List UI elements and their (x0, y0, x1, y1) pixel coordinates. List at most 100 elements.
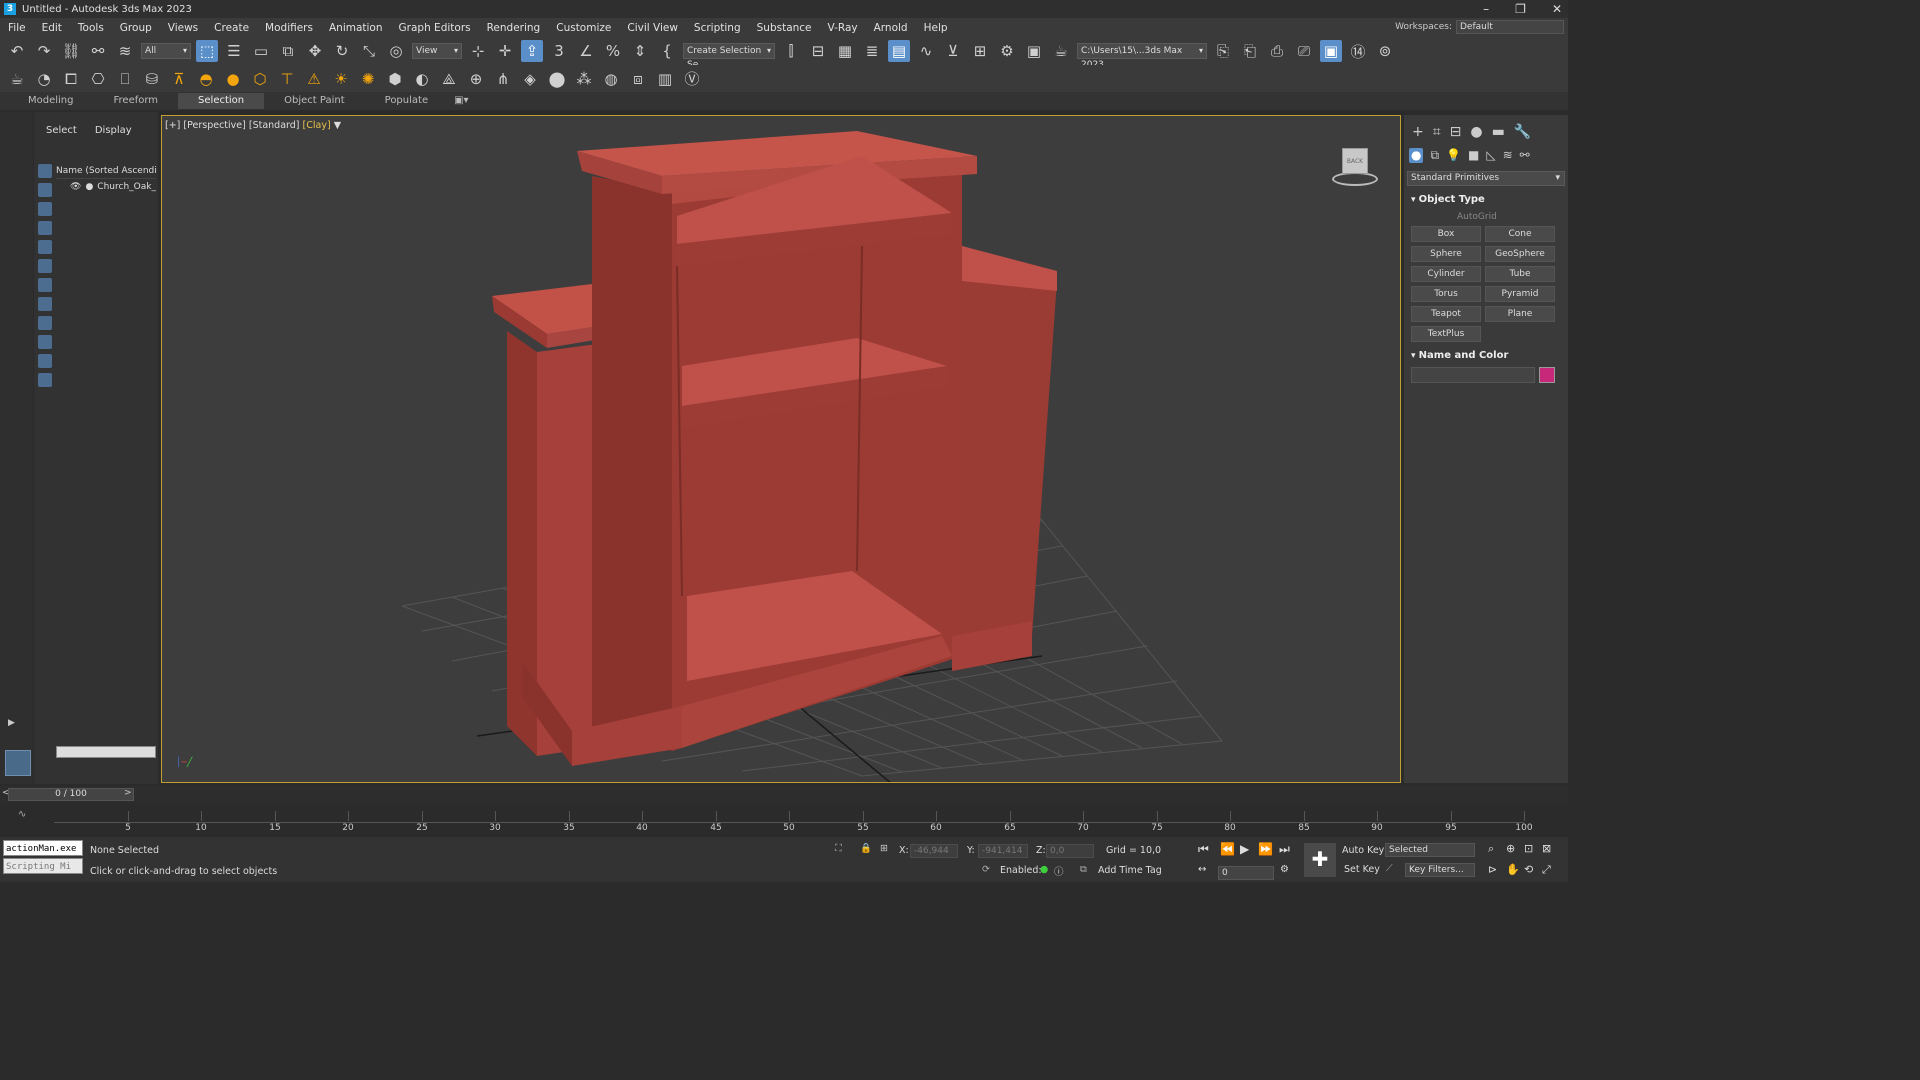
align-icon[interactable]: ⊟ (807, 40, 829, 62)
time-slider-knob[interactable]: 0 / 100 (8, 788, 134, 801)
key-filter-dropdown[interactable]: Selected (1385, 843, 1475, 857)
auto-key-button[interactable]: Auto Key (1342, 845, 1384, 856)
cameras-icon[interactable]: ■ (1468, 148, 1479, 163)
select-object-icon[interactable]: ⬚ (196, 40, 218, 62)
object-type-title[interactable]: Object Type (1407, 192, 1565, 208)
window-crossing-icon[interactable]: ⧉ (277, 40, 299, 62)
vray-logo-icon[interactable]: Ⓥ (681, 68, 703, 90)
spinner-snap-icon[interactable]: ⇕ (629, 40, 651, 62)
autogrid-checkbox[interactable]: AutoGrid (1407, 208, 1565, 226)
cone-button[interactable]: Cone (1485, 226, 1555, 242)
ies-light-icon[interactable]: ⚠ (303, 68, 325, 90)
schematic-view-icon[interactable]: ⊻ (942, 40, 964, 62)
modify-tab-icon[interactable]: ⌗ (1433, 124, 1441, 140)
zoom-icon[interactable]: ⌕ (1488, 842, 1494, 856)
selection-filter-dropdown[interactable]: All (141, 43, 191, 59)
viewcube-icon[interactable]: BACK (1326, 144, 1382, 188)
rotate-icon[interactable]: ↻ (331, 40, 353, 62)
category-dropdown[interactable]: Standard Primitives (1407, 171, 1565, 186)
ribbon-tab-populate[interactable]: Populate (365, 93, 448, 109)
ribbon-tab-freeform[interactable]: Freeform (94, 93, 179, 109)
lock-selection-icon[interactable]: 🔒 (860, 843, 872, 854)
ribbon-tab-modeling[interactable]: Modeling (8, 93, 94, 109)
multi-material-icon[interactable]: ⁂ (573, 68, 595, 90)
spacewarps-icon[interactable]: ≋ (1503, 148, 1513, 163)
prev-key-icon[interactable]: ⏪ (1220, 842, 1235, 856)
scale-icon[interactable]: ⤡ (358, 40, 380, 62)
create-tab-icon[interactable]: + (1412, 124, 1424, 140)
filter-xrefs-icon[interactable] (38, 297, 52, 311)
helpers-icon[interactable]: ◺ (1486, 148, 1495, 163)
goto-start-icon[interactable]: ⏮ (1198, 842, 1209, 857)
geosphere-button[interactable]: GeoSphere (1485, 246, 1555, 262)
tube-button[interactable]: Tube (1485, 266, 1555, 282)
lamp-icon[interactable]: ⊼ (168, 68, 190, 90)
pyramid-button[interactable]: Pyramid (1485, 286, 1555, 302)
play-icon[interactable]: ▶ (1240, 842, 1249, 856)
menu-file[interactable]: File (0, 22, 34, 34)
visibility-eye-icon[interactable]: 👁 (70, 179, 81, 195)
filter-geometry-icon[interactable] (38, 164, 52, 178)
bind-spacewarp-icon[interactable]: ≋ (114, 40, 136, 62)
key-filters-button[interactable]: Key Filters... (1405, 863, 1475, 877)
key-tangent-icon[interactable]: ⟋ (1386, 863, 1393, 874)
snaps-toggle-icon[interactable]: 3 (548, 40, 570, 62)
move-icon[interactable]: ✥ (304, 40, 326, 62)
filter-containers-icon[interactable] (38, 335, 52, 349)
zoom-extents-all-icon[interactable]: ⊠ (1542, 842, 1551, 855)
import-icon[interactable]: ⎚ (1293, 40, 1315, 62)
current-frame-field[interactable]: 0 (1218, 866, 1274, 880)
list-item[interactable]: 👁 ● Church_Oak_F (56, 179, 156, 195)
filter-bones-icon[interactable] (38, 316, 52, 330)
unlink-icon[interactable]: ⚯ (87, 40, 109, 62)
y-coordinate-field[interactable]: -941,414 (978, 844, 1028, 858)
ribbon-tab-object-paint[interactable]: Object Paint (264, 93, 365, 109)
layers-material-icon[interactable]: ⧈ (627, 68, 649, 90)
menu-create[interactable]: Create (206, 22, 257, 34)
explorer-tab-select[interactable]: Select (46, 125, 77, 136)
menu-civil-view[interactable]: Civil View (619, 22, 686, 34)
set-key-button[interactable]: Set Key (1344, 864, 1380, 875)
filter-frozen-icon[interactable] (38, 354, 52, 368)
maxscript-input[interactable]: Scripting Mi (3, 858, 83, 874)
save-icon[interactable]: ▣ (1320, 40, 1342, 62)
proxy-icon[interactable]: ⬢ (384, 68, 406, 90)
sphere-button[interactable]: Sphere (1411, 246, 1481, 262)
track-bar-ruler[interactable]: 5 10 15 20 25 30 35 40 45 50 55 60 65 70 75 80 85 90 95 100 (54, 811, 1533, 833)
project-path-dropdown[interactable]: C:\Users\15\...3ds Max 2023 (1077, 43, 1207, 70)
render-dot-icon[interactable]: ● (85, 179, 93, 195)
torus-button[interactable]: Torus (1411, 286, 1481, 302)
time-config-icon[interactable]: ⚙ (1280, 864, 1289, 875)
percent-snap-icon[interactable]: % (602, 40, 624, 62)
fourteen-icon[interactable]: ⑭ (1347, 40, 1369, 62)
material-icon[interactable]: ⎕ (114, 68, 136, 90)
geometry-icon[interactable]: ● (1409, 148, 1424, 163)
ribbon-tab-selection[interactable]: Selection (178, 93, 265, 109)
minimize-button[interactable]: – (1483, 0, 1489, 18)
frame-buffer-icon[interactable]: ▥ (654, 68, 676, 90)
filter-groups-icon[interactable] (38, 278, 52, 292)
filter-helpers-icon[interactable] (38, 240, 52, 254)
display-tab-icon[interactable]: ▬ (1492, 124, 1505, 140)
menu-rendering[interactable]: Rendering (479, 22, 549, 34)
ambient-light-icon[interactable]: ✺ (357, 68, 379, 90)
object-color-swatch[interactable] (1539, 367, 1555, 383)
menu-substance[interactable]: Substance (749, 22, 820, 34)
plane-icon[interactable]: ⟁ (438, 68, 460, 90)
hex-light-icon[interactable]: ⬡ (249, 68, 271, 90)
spot-light-icon[interactable]: ⊤ (276, 68, 298, 90)
time-slider[interactable]: < 0 / 100 > (0, 786, 1568, 803)
systems-icon[interactable]: ⚯ (1520, 148, 1530, 163)
filter-spacewarps-icon[interactable] (38, 259, 52, 273)
zoom-all-icon[interactable]: ⊕ (1506, 842, 1515, 855)
name-color-title[interactable]: Name and Color (1407, 348, 1565, 364)
menu-scripting[interactable]: Scripting (686, 22, 749, 34)
menu-edit[interactable]: Edit (34, 22, 70, 34)
select-by-name-icon[interactable]: ☰ (223, 40, 245, 62)
filter-hidden-icon[interactable] (38, 373, 52, 387)
sphere-light-icon[interactable]: ● (222, 68, 244, 90)
dome-light-icon[interactable]: ◓ (195, 68, 217, 90)
film-icon[interactable]: ⛁ (141, 68, 163, 90)
absolute-mode-icon[interactable]: ⊞ (880, 843, 888, 854)
pan-icon[interactable]: ✋ (1506, 863, 1520, 876)
